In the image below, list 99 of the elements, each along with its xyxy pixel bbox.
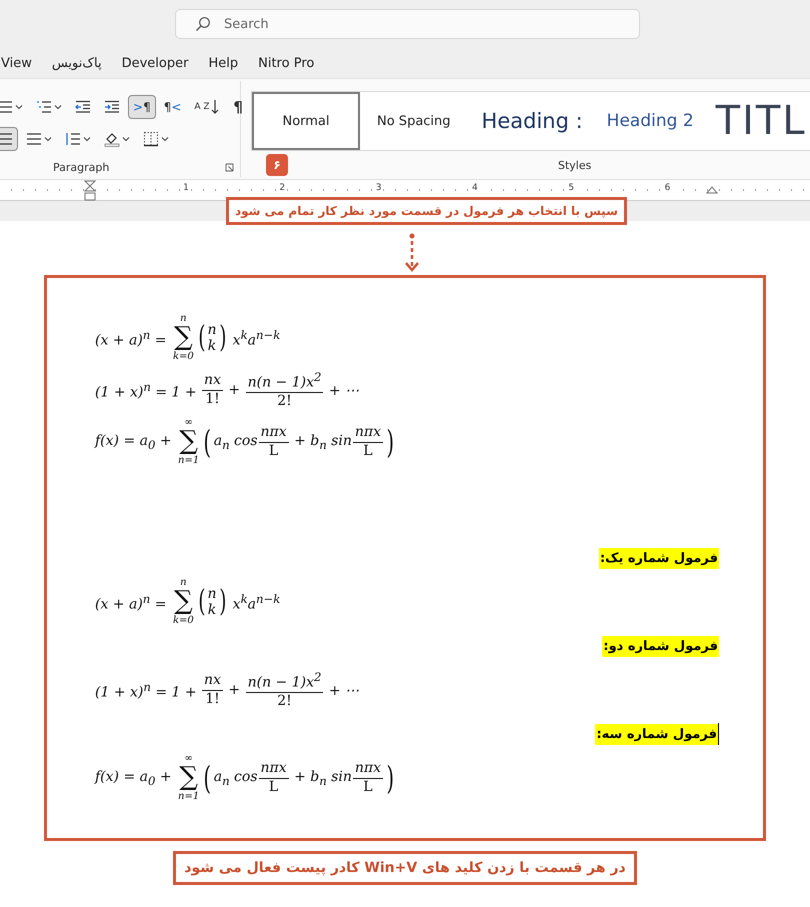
lines-icon: [26, 132, 42, 146]
indent-icon: [104, 100, 120, 114]
sum-lower-limit: k=0: [172, 352, 194, 362]
fraction-denominator: L: [352, 778, 383, 796]
sort-button[interactable]: A Z: [189, 95, 226, 119]
math-text: (x + a)$^{n}$ =: [95, 592, 168, 612]
menu-tab[interactable]: Help: [208, 52, 238, 74]
style-option[interactable]: No Spacing: [360, 92, 468, 150]
style-option[interactable]: TITLI: [704, 92, 810, 150]
group-label: Styles: [558, 158, 592, 172]
search-field[interactable]: Search: [175, 9, 640, 39]
sum-upper-limit: n: [180, 578, 187, 588]
style-option[interactable]: Normal: [252, 92, 360, 150]
marks-button[interactable]: ¶: [228, 95, 248, 119]
ruler-number: 4: [470, 183, 480, 193]
binomial-top: n: [207, 322, 217, 338]
fraction-denominator: 1!: [202, 390, 223, 408]
outdent-icon: [75, 100, 91, 114]
menu-tab[interactable]: View: [1, 52, 32, 74]
sum-symbol: ∑: [174, 324, 193, 352]
ruler-number: 2: [277, 183, 288, 193]
math-text: f(x) = a$_{0}$ +: [95, 432, 173, 452]
rtl-button[interactable]: ¶<: [158, 95, 186, 119]
bracket: (: [204, 426, 212, 458]
down-arrow-icon: [210, 99, 219, 115]
fraction-numerator: nx: [203, 672, 222, 690]
sum-symbol: ∑: [179, 764, 198, 792]
bracket: ): [218, 323, 226, 353]
math-text: + b$_{n}$ sin: [293, 432, 352, 452]
sum-upper-limit: ∞: [184, 418, 193, 428]
lines-icon: [0, 100, 13, 114]
bracket: (: [198, 323, 206, 353]
indent-marker[interactable]: [706, 186, 718, 194]
sum-lower-limit: n=1: [178, 456, 200, 466]
fraction-numerator: nπx: [354, 424, 382, 442]
fraction-numerator: nπx: [260, 760, 288, 778]
paint-bucket-icon: [104, 131, 120, 147]
menu-tab[interactable]: Nitro Pro: [258, 52, 314, 74]
fraction-denominator: 2!: [246, 692, 324, 710]
binomial-top: n: [207, 586, 217, 602]
fraction-numerator: nπx: [354, 760, 382, 778]
highlighted-heading: فرمول شماره سه:: [595, 724, 718, 744]
binomial-bottom: k: [208, 602, 216, 618]
math-text: (1 + x)$^{n}$ = 1 +: [95, 680, 198, 700]
fraction-numerator: nπx: [260, 424, 288, 442]
bracket: ): [386, 762, 394, 794]
callout-note: سپس با انتخاب هر فرمول در قسمت مورد نظر کار تمام می شود: [226, 197, 627, 225]
bracket: (: [204, 762, 212, 794]
sum-lower-limit: k=0: [172, 616, 194, 626]
down-arrow: [405, 233, 419, 273]
callout-note: در هر قسمت با زدن کلید های Win+V کادر پیست فعال می شود: [173, 851, 637, 885]
sum-symbol: ∑: [179, 428, 198, 456]
math-text: x$^{k}$a$^{n−k}$: [232, 592, 280, 612]
group-label: Paragraph: [53, 160, 110, 174]
style-option[interactable]: Heading 2: [596, 92, 704, 150]
bracket: ): [218, 587, 226, 617]
menu-tab[interactable]: Developer: [122, 52, 188, 74]
ruler-number: 6: [662, 183, 672, 193]
math-text: +: [227, 382, 242, 398]
math-text: a$_{n}$ cos: [214, 768, 258, 788]
math-text: x$^{k}$a$^{n−k}$: [232, 328, 280, 348]
dialog-launcher-icon[interactable]: [225, 162, 234, 172]
math-text: + ⋯: [328, 682, 360, 698]
line-spacing-icon: [65, 132, 81, 146]
lines-icon: [36, 100, 52, 114]
math-text: a$_{n}$ cos: [214, 432, 258, 452]
sum-symbol: ∑: [174, 588, 193, 616]
math-text: +: [227, 682, 242, 698]
fraction-numerator: nx: [203, 372, 222, 390]
fraction-numerator: n(n − 1)x$^{2}$: [246, 670, 322, 692]
binomial-bottom: k: [208, 338, 216, 354]
lines-icon: [0, 132, 13, 146]
indent-marker[interactable]: [84, 180, 96, 202]
fraction-denominator: 2!: [246, 392, 324, 410]
highlighted-heading: فرمول شماره یک:: [598, 548, 719, 568]
math-text: (x + a)$^{n}$ =: [95, 328, 168, 348]
sum-lower-limit: n=1: [178, 792, 200, 802]
menu-tab[interactable]: پاک‌نویس: [52, 52, 102, 74]
highlighted-heading: فرمول شماره دو:: [602, 636, 719, 656]
math-text: f(x) = a$_{0}$ +: [95, 768, 173, 788]
math-text: (1 + x)$^{n}$ = 1 +: [95, 380, 198, 400]
sum-upper-limit: n: [180, 314, 187, 324]
bracket: ): [386, 426, 394, 458]
fraction-numerator: n(n − 1)x$^{2}$: [246, 370, 322, 392]
fraction-denominator: 1!: [202, 690, 223, 708]
math-text: + ⋯: [328, 382, 360, 398]
step-badge: ۶: [266, 154, 288, 176]
ruler-number: 3: [374, 183, 384, 193]
ruler-number: 1: [181, 183, 191, 193]
math-text: + b$_{n}$ sin: [293, 768, 352, 788]
ruler-number: 5: [566, 183, 576, 193]
fraction-denominator: L: [352, 442, 383, 460]
fraction-denominator: L: [258, 778, 289, 796]
sum-upper-limit: ∞: [184, 754, 193, 764]
fraction-denominator: L: [258, 442, 289, 460]
ltr-button[interactable]: >¶: [128, 95, 156, 119]
style-option[interactable]: Heading :: [468, 92, 597, 150]
borders-icon: [143, 131, 159, 147]
bracket: (: [198, 587, 206, 617]
